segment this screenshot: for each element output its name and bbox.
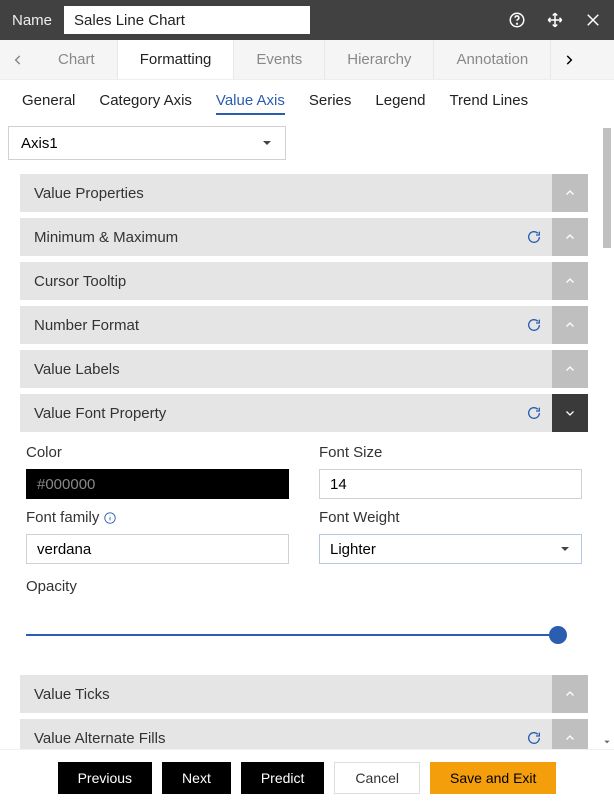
section-header[interactable]: Value Ticks xyxy=(20,675,588,713)
predict-button[interactable]: Predict xyxy=(241,762,325,794)
tab-formatting[interactable]: Formatting xyxy=(118,40,235,79)
refresh-icon[interactable] xyxy=(524,227,544,247)
collapse-toggle[interactable] xyxy=(552,218,588,256)
titlebar: Name xyxy=(0,0,614,40)
refresh-icon[interactable] xyxy=(524,403,544,423)
section-title: Value Ticks xyxy=(34,686,110,703)
section-header[interactable]: Value Properties xyxy=(20,174,588,212)
color-input[interactable] xyxy=(26,469,289,499)
cancel-button[interactable]: Cancel xyxy=(334,762,420,794)
field-font-weight: Font Weight Lighter xyxy=(319,509,582,564)
chevron-down-icon xyxy=(559,543,571,555)
tab-scroll-left-icon[interactable] xyxy=(0,40,36,79)
tab-chart[interactable]: Chart xyxy=(36,40,118,79)
tab-hierarchy[interactable]: Hierarchy xyxy=(325,40,434,79)
section-value-labels: Value Labels xyxy=(20,350,588,388)
subtab-value-axis[interactable]: Value Axis xyxy=(204,84,297,117)
section-header[interactable]: Cursor Tooltip xyxy=(20,262,588,300)
save-and-exit-button[interactable]: Save and Exit xyxy=(430,762,556,794)
section-value-font-property: Value Font Property Color Font Size xyxy=(20,394,588,669)
section-value-alternate-fills: Value Alternate Fills xyxy=(20,719,588,749)
name-input[interactable] xyxy=(64,6,310,34)
opacity-label: Opacity xyxy=(26,578,582,595)
scroll-down-icon[interactable] xyxy=(602,737,612,747)
section-value-ticks: Value Ticks xyxy=(20,675,588,713)
subtab-general[interactable]: General xyxy=(10,84,87,117)
chevron-down-icon xyxy=(261,137,273,149)
section-title: Value Properties xyxy=(34,185,144,202)
collapse-toggle[interactable] xyxy=(552,306,588,344)
axis-select[interactable]: Axis1 xyxy=(8,126,286,160)
close-icon[interactable] xyxy=(580,7,606,33)
field-font-size: Font Size xyxy=(319,444,582,499)
section-body: Color Font Size Font family xyxy=(20,432,588,669)
section-title: Cursor Tooltip xyxy=(34,273,126,290)
sections: Value Properties Minimum & Maximum Curso… xyxy=(0,174,596,749)
section-header[interactable]: Value Alternate Fills xyxy=(20,719,588,749)
font-weight-select[interactable]: Lighter xyxy=(319,534,582,564)
font-size-label: Font Size xyxy=(319,444,582,461)
refresh-icon[interactable] xyxy=(524,315,544,335)
tab-scroll-right-icon[interactable] xyxy=(551,40,587,79)
tab-events[interactable]: Events xyxy=(234,40,325,79)
section-header[interactable]: Minimum & Maximum xyxy=(20,218,588,256)
font-size-input[interactable] xyxy=(319,469,582,499)
opacity-slider[interactable] xyxy=(26,617,558,653)
subtab-legend[interactable]: Legend xyxy=(363,84,437,117)
scrollbar-thumb[interactable] xyxy=(603,128,611,248)
slider-track-line xyxy=(26,634,558,636)
main-tabs: Chart Formatting Events Hierarchy Annota… xyxy=(0,40,614,80)
content-area: Axis1 Value Properties Minimum & Maximum xyxy=(0,120,614,749)
next-button[interactable]: Next xyxy=(162,762,231,794)
previous-button[interactable]: Previous xyxy=(58,762,152,794)
sub-tabs: General Category Axis Value Axis Series … xyxy=(0,80,614,120)
font-weight-label: Font Weight xyxy=(319,509,582,526)
vertical-scrollbar[interactable] xyxy=(602,128,612,741)
section-value-properties: Value Properties xyxy=(20,174,588,212)
section-title: Value Alternate Fills xyxy=(34,730,165,747)
field-color: Color xyxy=(26,444,289,499)
titlebar-label: Name xyxy=(8,12,52,29)
collapse-toggle[interactable] xyxy=(552,174,588,212)
collapse-toggle[interactable] xyxy=(552,719,588,749)
axis-select-value: Axis1 xyxy=(21,135,58,152)
collapse-toggle[interactable] xyxy=(552,394,588,432)
subtab-category-axis[interactable]: Category Axis xyxy=(87,84,204,117)
collapse-toggle[interactable] xyxy=(552,262,588,300)
collapse-toggle[interactable] xyxy=(552,675,588,713)
section-header[interactable]: Value Labels xyxy=(20,350,588,388)
section-title: Value Font Property xyxy=(34,405,166,422)
section-title: Minimum & Maximum xyxy=(34,229,178,246)
font-family-label: Font family xyxy=(26,509,289,526)
move-icon[interactable] xyxy=(542,7,568,33)
section-cursor-tooltip: Cursor Tooltip xyxy=(20,262,588,300)
subtab-series[interactable]: Series xyxy=(297,84,364,117)
font-family-input[interactable] xyxy=(26,534,289,564)
section-number-format: Number Format xyxy=(20,306,588,344)
help-icon[interactable] xyxy=(504,7,530,33)
section-header[interactable]: Value Font Property xyxy=(20,394,588,432)
section-min-max: Minimum & Maximum xyxy=(20,218,588,256)
color-label: Color xyxy=(26,444,289,461)
tab-annotation[interactable]: Annotation xyxy=(434,40,551,79)
collapse-toggle[interactable] xyxy=(552,350,588,388)
slider-thumb[interactable] xyxy=(549,626,567,644)
footer: Previous Next Predict Cancel Save and Ex… xyxy=(0,749,614,805)
refresh-icon[interactable] xyxy=(524,728,544,748)
info-icon[interactable] xyxy=(103,511,117,525)
field-opacity: Opacity xyxy=(26,574,582,653)
section-header[interactable]: Number Format xyxy=(20,306,588,344)
font-weight-value: Lighter xyxy=(330,541,376,558)
subtab-trend-lines[interactable]: Trend Lines xyxy=(437,84,540,117)
section-title: Value Labels xyxy=(34,361,120,378)
field-font-family: Font family xyxy=(26,509,289,564)
section-title: Number Format xyxy=(34,317,139,334)
